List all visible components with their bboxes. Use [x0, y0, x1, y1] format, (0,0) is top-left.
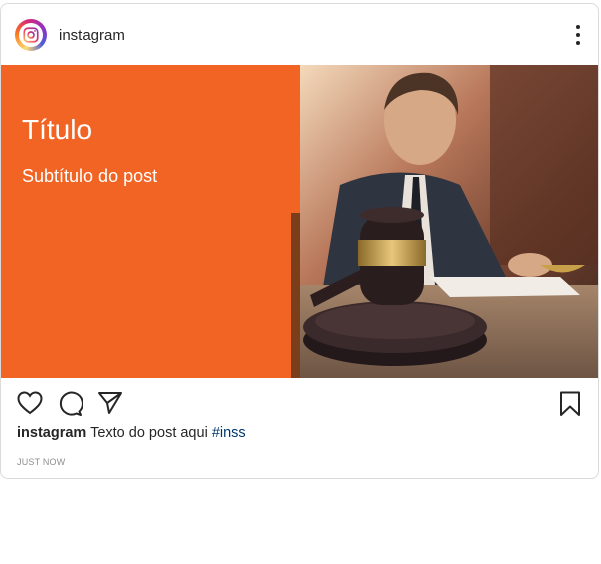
heart-icon[interactable]: [17, 391, 43, 415]
post-subtitle: Subtítulo do post: [22, 166, 158, 186]
avatar[interactable]: [15, 19, 47, 51]
post-caption: instagram Texto do post aqui #inss: [17, 424, 246, 442]
post-text-panel: Título Subtítulo do post: [1, 65, 300, 378]
more-vertical-icon[interactable]: [574, 25, 582, 45]
post-actions: [1, 383, 598, 423]
post-header: instagram: [1, 4, 598, 65]
post-card: instagram Título Subtítulo do post insta…: [0, 3, 599, 479]
post-media: Título Subtítulo do post: [1, 65, 598, 378]
photo-illustration: [300, 65, 598, 378]
post-timestamp: JUST NOW: [17, 457, 66, 467]
post-title: Título: [22, 114, 93, 145]
bookmark-icon[interactable]: [558, 391, 582, 417]
comment-icon[interactable]: [57, 391, 83, 417]
judge-gavel-photo: [300, 65, 598, 378]
caption-text: Texto do post aqui: [90, 425, 208, 441]
divider-strip: [291, 213, 300, 378]
header-username[interactable]: instagram: [59, 27, 125, 45]
caption-username[interactable]: instagram: [17, 425, 86, 441]
caption-hashtag[interactable]: #inss: [212, 425, 246, 441]
instagram-logo-icon: [19, 23, 43, 47]
send-icon[interactable]: [97, 391, 123, 415]
